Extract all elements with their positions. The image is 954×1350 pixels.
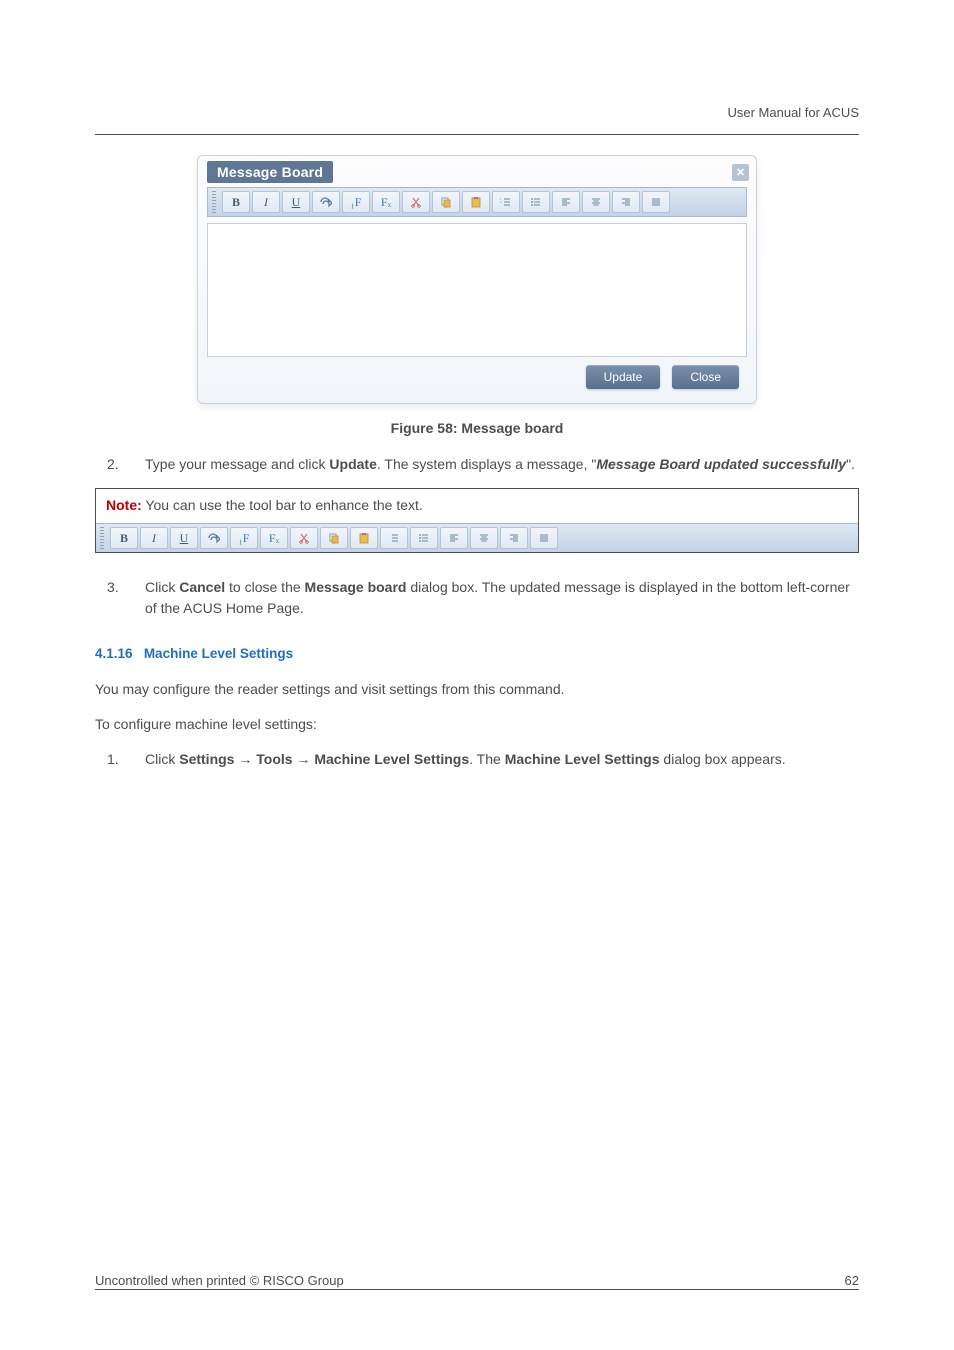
- cut-button[interactable]: [402, 191, 430, 213]
- paste-button[interactable]: [462, 191, 490, 213]
- align-right-button[interactable]: [500, 527, 528, 549]
- toolbar-grip-icon: [100, 527, 104, 549]
- bold-button[interactable]: B: [222, 191, 250, 213]
- step-number: 1.: [95, 749, 145, 769]
- redo-button[interactable]: [312, 191, 340, 213]
- footer-left: Uncontrolled when printed © RISCO Group: [95, 1273, 689, 1290]
- update-button[interactable]: Update: [586, 365, 661, 389]
- note-box: Note: You can use the tool bar to enhanc…: [95, 488, 859, 553]
- dialog-actions: Update Close: [201, 365, 753, 393]
- header-right-text: User Manual for ACUS: [728, 105, 860, 120]
- close-button[interactable]: Close: [672, 365, 739, 389]
- align-justify-button[interactable]: [642, 191, 670, 213]
- step-1-mls: 1. Click Settings → Tools → Machine Leve…: [95, 749, 859, 769]
- body-paragraph: You may configure the reader settings an…: [95, 679, 859, 700]
- body-paragraph: To configure machine level settings:: [95, 714, 859, 735]
- font-color-decrease-button[interactable]: ₁F: [342, 191, 370, 213]
- align-right-button[interactable]: [612, 191, 640, 213]
- unordered-list-button[interactable]: [410, 527, 438, 549]
- footer: Uncontrolled when printed © RISCO Group …: [95, 1273, 859, 1290]
- step-number: 3.: [95, 577, 145, 618]
- italic-button[interactable]: I: [252, 191, 280, 213]
- font-color-increase-button[interactable]: Fₓ: [260, 527, 288, 549]
- redo-button[interactable]: [200, 527, 228, 549]
- align-center-button[interactable]: [470, 527, 498, 549]
- ordered-list-button[interactable]: [380, 527, 408, 549]
- note-text: Note: You can use the tool bar to enhanc…: [96, 489, 858, 523]
- svg-text:2: 2: [500, 200, 502, 204]
- align-left-button[interactable]: [552, 191, 580, 213]
- note-toolbar: B I U ₁F Fₓ: [96, 523, 858, 552]
- copy-button[interactable]: [320, 527, 348, 549]
- message-board-dialog: Message Board ✕ B I U ₁F Fₓ: [197, 155, 757, 404]
- font-color-decrease-button[interactable]: ₁F: [230, 527, 258, 549]
- figure-caption: Figure 58: Message board: [95, 420, 859, 436]
- italic-button[interactable]: I: [140, 527, 168, 549]
- copy-button[interactable]: [432, 191, 460, 213]
- footer-page-number: 62: [689, 1273, 859, 1290]
- dialog-title: Message Board: [207, 161, 333, 183]
- editor-textarea[interactable]: [207, 223, 747, 357]
- header-divider: [95, 134, 859, 135]
- align-left-button[interactable]: [440, 527, 468, 549]
- section-heading: 4.1.16 Machine Level Settings: [95, 646, 859, 661]
- cut-button[interactable]: [290, 527, 318, 549]
- close-icon[interactable]: ✕: [732, 164, 749, 181]
- toolbar-grip-icon: [212, 191, 216, 213]
- underline-button[interactable]: U: [170, 527, 198, 549]
- step-number: 2.: [95, 454, 145, 474]
- underline-button[interactable]: U: [282, 191, 310, 213]
- step-3: 3. Click Cancel to close the Message boa…: [95, 577, 859, 618]
- unordered-list-button[interactable]: [522, 191, 550, 213]
- step-2: 2. Type your message and click Update. T…: [95, 454, 859, 474]
- bold-button[interactable]: B: [110, 527, 138, 549]
- align-justify-button[interactable]: [530, 527, 558, 549]
- ordered-list-button[interactable]: 12: [492, 191, 520, 213]
- paste-button[interactable]: [350, 527, 378, 549]
- editor-toolbar: B I U ₁F Fₓ: [207, 187, 747, 217]
- font-color-increase-button[interactable]: Fₓ: [372, 191, 400, 213]
- align-center-button[interactable]: [582, 191, 610, 213]
